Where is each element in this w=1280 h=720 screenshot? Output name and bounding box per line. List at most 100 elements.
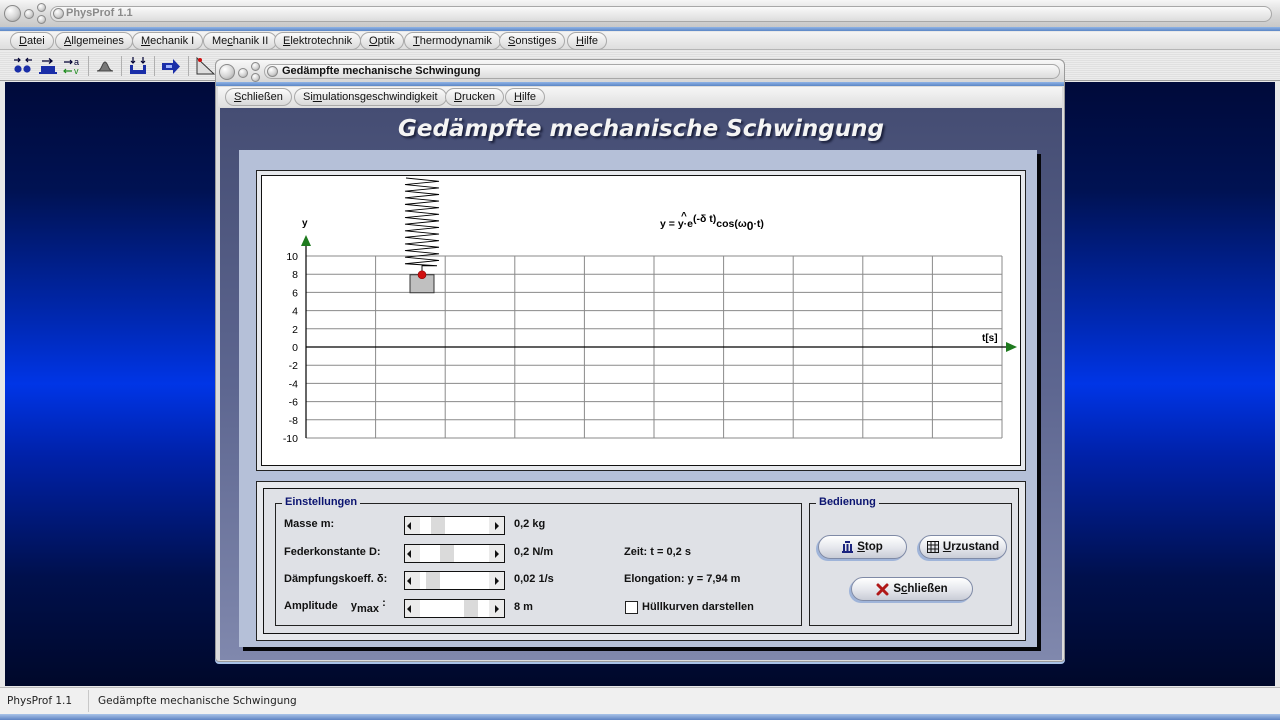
window-close-orb[interactable] — [4, 5, 21, 22]
amplitude-colon: : — [382, 597, 386, 609]
menu-mechanik-2[interactable]: Mechanik II — [203, 32, 278, 50]
dialog-restore-orb[interactable] — [251, 73, 260, 82]
toolbar-separator — [188, 56, 189, 76]
y-tick-label: 0 — [292, 342, 298, 354]
amplitude-slider-left-arrow-icon[interactable] — [405, 600, 420, 617]
acceleration-velocity-icon[interactable]: av — [62, 55, 84, 77]
formula-hat-accent: ^ — [681, 211, 687, 222]
gauss-curve-icon[interactable] — [94, 55, 116, 77]
amplitude-slider[interactable] — [404, 599, 505, 618]
y-tick-label: -4 — [289, 378, 298, 390]
controls-inner: Einstellungen Masse m: 0,2 kg Federkonst… — [263, 488, 1019, 634]
menu-allgemeines[interactable]: Allgemeines — [55, 32, 133, 50]
formula-lhs: y = — [660, 218, 678, 230]
status-module-name: Gedämpfte mechanische Schwingung — [98, 695, 297, 707]
y-tick-label: -2 — [289, 360, 298, 372]
reset-button[interactable]: Urzustand — [919, 535, 1007, 559]
controls-group-title: Bedienung — [816, 496, 879, 508]
damping-value: 0,02 1/s — [514, 573, 554, 585]
window-maximize-orb[interactable] — [37, 3, 46, 12]
arrow-right-icon[interactable] — [160, 55, 182, 77]
close-button[interactable]: Schließen — [851, 577, 973, 601]
amplitude-slider-thumb[interactable] — [464, 600, 478, 617]
close-x-icon — [876, 583, 889, 595]
dialog-minimize-orb[interactable] — [238, 68, 248, 78]
toolbar-separator — [154, 56, 155, 76]
mass-label: Masse m: — [284, 518, 335, 530]
window-minimize-orb[interactable] — [24, 9, 34, 19]
collision-icon[interactable] — [12, 55, 34, 77]
app-menubar: Datei Allgemeines Mechanik I Mechanik II… — [0, 32, 1280, 50]
mass-slider[interactable] — [404, 516, 505, 535]
grid-reset-icon — [926, 541, 939, 553]
y-tick-label: 10 — [286, 251, 298, 263]
envelope-checkbox[interactable] — [625, 601, 638, 614]
app-title-orb-icon — [53, 8, 64, 19]
damping-slider-left-arrow-icon[interactable] — [405, 572, 420, 589]
amplitude-label-text: Amplitude — [284, 600, 338, 612]
dialog-close-orb[interactable] — [219, 64, 235, 80]
y-tick-label: 4 — [292, 306, 298, 318]
spring-constant-slider-right-arrow-icon[interactable] — [489, 545, 504, 562]
formula-tail: ·t) — [753, 218, 764, 230]
damping-slider-thumb[interactable] — [425, 572, 440, 589]
formula-label: y = y·e(-δ t)cos(ω0·t) — [660, 213, 764, 233]
dialog-menu-simulationsgeschwindigkeit[interactable]: Simulationsgeschwindigkeit — [294, 88, 447, 106]
dialog-menu-drucken[interactable]: Drucken — [445, 88, 504, 106]
y-tick-label: -8 — [289, 415, 298, 427]
menu-hilfe[interactable]: Hilfe — [567, 32, 608, 50]
damping-slider[interactable] — [404, 571, 505, 590]
menu-sonstiges[interactable]: Sonstiges — [499, 32, 566, 50]
spring-constant-value: 0,2 N/m — [514, 546, 554, 558]
damping-label: Dämpfungskoeff. δ: — [284, 573, 388, 585]
dialog-menu-schliessen[interactable]: Schließen — [225, 88, 292, 106]
y-axis-label: y — [302, 218, 308, 229]
settings-group: Einstellungen Masse m: 0,2 kg Federkonst… — [275, 496, 802, 626]
formula-exponent: (-δ t) — [693, 213, 716, 225]
window-restore-orb[interactable] — [37, 15, 46, 24]
amplitude-label: Amplitude ymax : — [284, 597, 386, 615]
toolbar-separator — [88, 56, 89, 76]
menu-datei[interactable]: Datei — [10, 32, 54, 50]
y-axis-arrow-icon — [301, 235, 311, 246]
status-separator — [88, 690, 89, 712]
y-tick-label: -6 — [289, 397, 298, 409]
dialog-title-orb-icon — [267, 66, 278, 77]
controls-group: Bedienung Stop Urzustand Schließen — [809, 496, 1012, 626]
y-tick-label: 6 — [292, 287, 298, 299]
toolbar-separator — [121, 56, 122, 76]
mass-slider-right-arrow-icon[interactable] — [489, 517, 504, 534]
app-title-pill — [50, 6, 1272, 22]
svg-text:v: v — [74, 66, 79, 76]
status-app-name: PhysProf 1.1 — [7, 695, 73, 707]
amplitude-subscript: max — [356, 603, 379, 615]
envelope-checkbox-label[interactable]: Hüllkurven darstellen — [642, 601, 754, 613]
y-tick-label: 2 — [292, 324, 298, 336]
spring-constant-slider-thumb[interactable] — [440, 545, 455, 562]
chart-frame: 10 8 6 4 2 0 -2 -4 -6 -8 -10 y t[s] y = y·e(-δ t)c… — [256, 170, 1026, 471]
mass-slider-left-arrow-icon[interactable] — [405, 517, 420, 534]
spring-constant-slider-left-arrow-icon[interactable] — [405, 545, 420, 562]
damping-slider-right-arrow-icon[interactable] — [489, 572, 504, 589]
menu-elektrotechnik[interactable]: Elektrotechnik — [274, 32, 362, 50]
menu-mechanik-1[interactable]: Mechanik I — [132, 32, 204, 50]
elongation-point — [417, 270, 427, 280]
amplitude-slider-right-arrow-icon[interactable] — [489, 600, 504, 617]
spring-constant-slider[interactable] — [404, 544, 505, 563]
app-titlebar: PhysProf 1.1 — [0, 0, 1280, 31]
dialog-title: Gedämpfte mechanische Schwingung — [282, 65, 481, 77]
spring-constant-label: Federkonstante D: — [284, 546, 381, 558]
menu-optik[interactable]: Optik — [360, 32, 404, 50]
mass-value: 0,2 kg — [514, 518, 546, 530]
stop-button[interactable]: Stop — [818, 535, 907, 559]
dialog-maximize-orb[interactable] — [251, 62, 260, 71]
app-title: PhysProf 1.1 — [66, 7, 133, 19]
force-block-icon[interactable] — [37, 55, 59, 77]
menu-thermodynamik[interactable]: Thermodynamik — [404, 32, 501, 50]
vessel-pressure-icon[interactable] — [127, 55, 149, 77]
inclined-plane-icon[interactable] — [194, 55, 216, 77]
mass-slider-thumb[interactable] — [431, 517, 445, 534]
pause-bars-icon — [842, 541, 854, 553]
dialog-menubar: Schließen Simulationsgeschwindigkeit Dru… — [218, 87, 1062, 107]
dialog-menu-hilfe[interactable]: Hilfe — [505, 88, 546, 106]
